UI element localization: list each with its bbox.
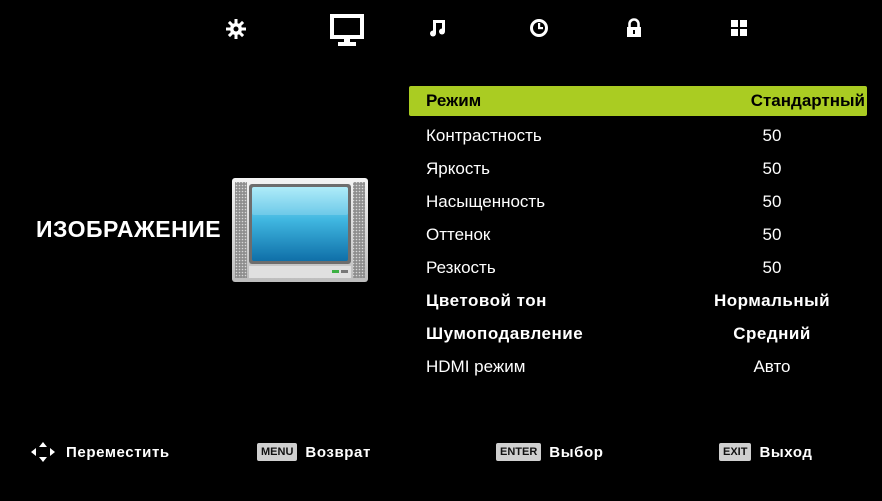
hint-move[interactable]: Переместить — [30, 437, 170, 467]
exit-key-icon: EXIT — [719, 443, 752, 461]
hint-exit-label: Выход — [759, 443, 813, 461]
enter-key-icon: ENTER — [496, 443, 542, 461]
menu-item-value: Авто — [753, 357, 791, 376]
menu-item-value: 50 — [762, 225, 782, 244]
clock-icon — [530, 19, 548, 37]
menu-item-value: 50 — [762, 159, 782, 178]
hint-back[interactable]: MENU Возврат — [257, 437, 371, 467]
gear-icon — [226, 19, 246, 39]
grid-icon — [731, 20, 747, 36]
menu-item-hdmi-mode[interactable]: HDMI режим Авто — [409, 350, 867, 383]
menu-item-color-temperature[interactable]: Цветовой тон Нормальный — [409, 284, 867, 317]
menu-item-value: 50 — [762, 126, 782, 145]
menu-item-label: Резкость — [426, 258, 496, 277]
tab-time[interactable] — [519, 18, 559, 52]
menu-item-brightness[interactable]: Яркость 50 — [409, 152, 867, 185]
menu-item-value: 50 — [762, 258, 782, 277]
menu-item-label: HDMI режим — [426, 357, 526, 376]
menu-item-noise-reduction[interactable]: Шумоподавление Средний — [409, 317, 867, 350]
hint-move-label: Переместить — [66, 443, 170, 461]
tv-illustration — [232, 178, 368, 282]
hint-exit[interactable]: EXIT Выход — [719, 437, 813, 467]
menu-item-label: Шумоподавление — [426, 324, 584, 343]
top-tab-bar — [0, 0, 882, 60]
menu-item-label: Яркость — [426, 159, 490, 178]
tab-sound[interactable] — [418, 18, 458, 52]
menu-item-value: Средний — [733, 324, 811, 343]
menu-item-label: Режим — [426, 91, 482, 110]
dpad-arrows-icon — [31, 442, 55, 462]
menu-item-saturation[interactable]: Насыщенность 50 — [409, 185, 867, 218]
hint-select[interactable]: ENTER Выбор — [496, 437, 604, 467]
menu-item-tint[interactable]: Оттенок 50 — [409, 218, 867, 251]
footer-hints: Переместить MENU Возврат ENTER Выбор EXI… — [0, 437, 882, 467]
section-title: ИЗОБРАЖЕНИЕ — [36, 216, 222, 242]
monitor-icon — [330, 14, 364, 46]
picture-menu: Режим Стандартный Контрастность 50 Яркос… — [409, 86, 867, 383]
music-note-icon — [430, 20, 445, 37]
hint-select-label: Выбор — [549, 443, 604, 461]
tab-setup[interactable] — [719, 18, 759, 52]
tv-osd-screen: ИЗОБРАЖЕНИЕ Режим Стандартный Контрастно… — [0, 0, 882, 501]
menu-item-sharpness[interactable]: Резкость 50 — [409, 251, 867, 284]
menu-item-value: 50 — [762, 192, 782, 211]
menu-item-value: Нормальный — [713, 291, 831, 310]
menu-item-mode[interactable]: Режим Стандартный — [409, 86, 867, 116]
lock-icon — [627, 18, 641, 37]
menu-item-contrast[interactable]: Контрастность 50 — [409, 119, 867, 152]
tab-lock[interactable] — [614, 18, 654, 52]
menu-item-label: Цветовой тон — [426, 291, 547, 310]
menu-item-value: Стандартный — [750, 91, 865, 110]
tab-settings[interactable] — [216, 18, 256, 52]
hint-back-label: Возврат — [305, 443, 371, 461]
menu-key-icon: MENU — [257, 443, 298, 461]
menu-item-label: Насыщенность — [426, 192, 546, 211]
tab-picture[interactable] — [327, 13, 367, 47]
menu-item-label: Контрастность — [426, 126, 542, 145]
menu-item-label: Оттенок — [426, 225, 491, 244]
